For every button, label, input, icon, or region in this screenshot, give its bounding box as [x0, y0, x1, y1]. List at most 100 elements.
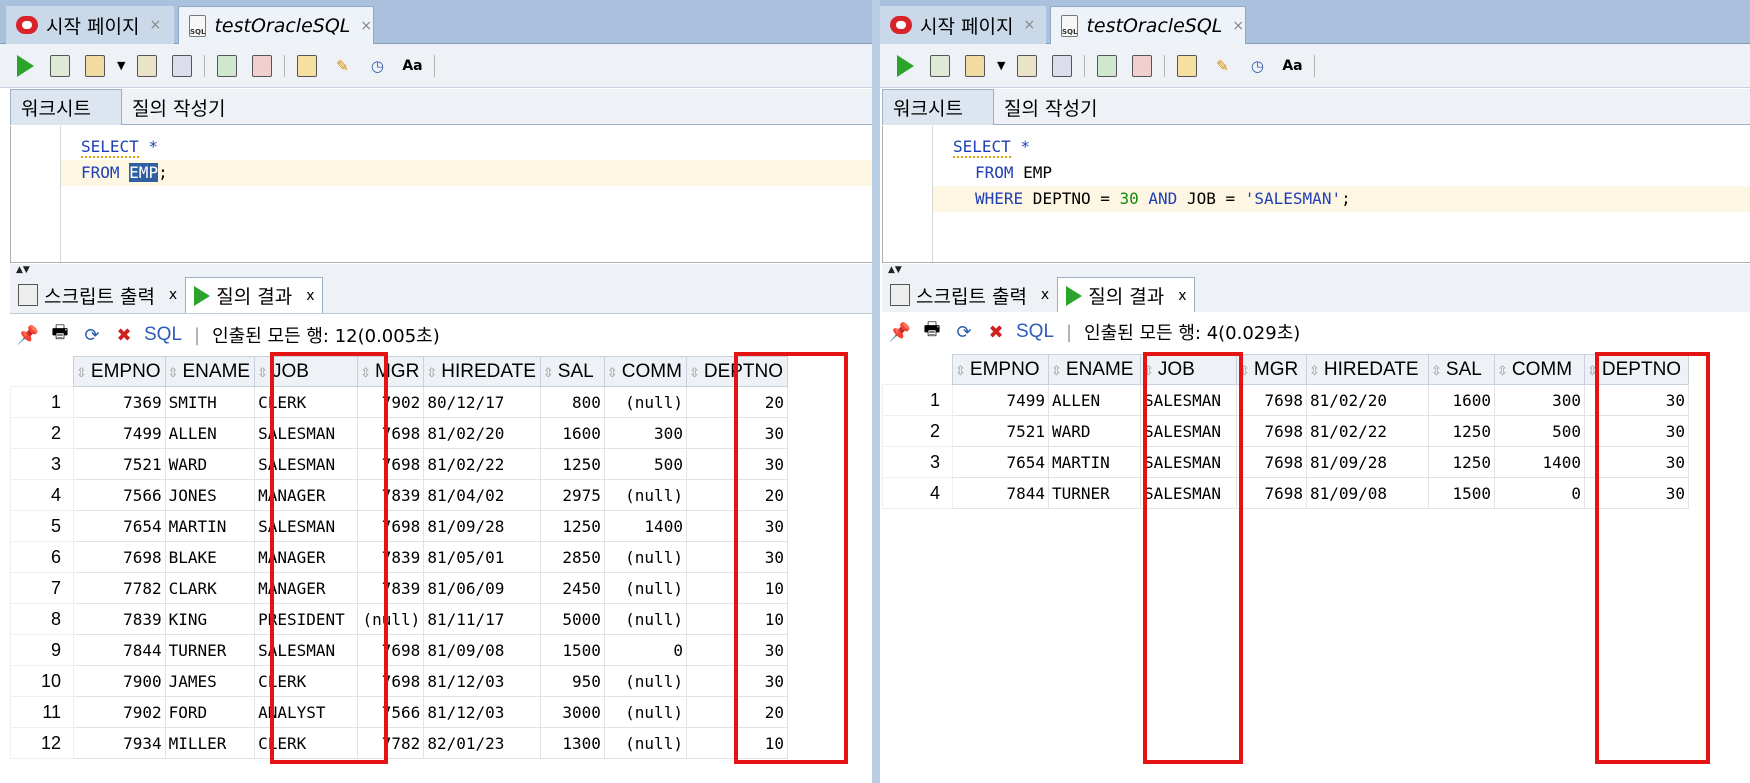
table-row[interactable]: 2 7499 ALLEN SALESMAN 7698 81/02/20 1600 300 30 — [10, 417, 789, 449]
tab-query-result[interactable]: 질의 결과 x — [185, 277, 324, 313]
rollback-icon[interactable] — [134, 53, 160, 79]
cell-mgr[interactable]: 7698 — [1236, 446, 1307, 478]
cell-ename[interactable]: WARD — [164, 448, 256, 480]
sort-icon[interactable]: ⇳ — [1051, 363, 1062, 378]
tab-script-output[interactable]: 스크립트 출력 x — [882, 277, 1057, 313]
cell-empno[interactable]: 7499 — [73, 417, 166, 449]
table-row[interactable]: 7 7782 CLARK MANAGER 7839 81/06/09 2450 (null) 1… — [10, 572, 789, 604]
cell-comm[interactable]: (null) — [603, 603, 687, 635]
tab-start-page[interactable]: 시작 페이지 × — [880, 6, 1046, 44]
sort-icon[interactable]: ⇳ — [76, 365, 87, 380]
cell-empno[interactable]: 7844 — [952, 477, 1049, 509]
autotrace-icon[interactable] — [214, 53, 240, 79]
cell-empno[interactable]: 7934 — [73, 727, 166, 759]
cell-hiredate[interactable]: 81/05/01 — [423, 541, 541, 573]
sql-editor[interactable]: SELECT * FROM EMP; — [10, 126, 872, 263]
history-icon[interactable]: ◷ — [1244, 53, 1270, 79]
format-sql-icon[interactable] — [249, 53, 275, 79]
cell-comm[interactable]: 300 — [1494, 384, 1585, 416]
cell-sal[interactable]: 1600 — [539, 417, 605, 449]
column-header-ename[interactable]: ⇳ ENAME — [1048, 354, 1141, 385]
cell-comm[interactable]: (null) — [603, 479, 687, 511]
cell-sal[interactable]: 3000 — [539, 696, 605, 728]
cell-comm[interactable]: 1400 — [603, 510, 687, 542]
cell-empno[interactable]: 7654 — [73, 510, 166, 542]
column-header-comm[interactable]: ⇳ COMM — [603, 356, 687, 387]
cell-empno[interactable]: 7839 — [73, 603, 166, 635]
cell-hiredate[interactable]: 80/12/17 — [423, 386, 541, 418]
cell-empno[interactable]: 7902 — [73, 696, 166, 728]
cell-sal[interactable]: 2975 — [539, 479, 605, 511]
cell-sal[interactable]: 2450 — [539, 572, 605, 604]
cell-empno[interactable]: 7566 — [73, 479, 166, 511]
column-header-sal[interactable]: ⇳ SAL — [539, 356, 605, 387]
cell-empno[interactable]: 7900 — [73, 665, 166, 697]
cell-sal[interactable]: 1250 — [1428, 415, 1495, 447]
format-sql-icon[interactable] — [1129, 53, 1155, 79]
table-row[interactable]: 3 7654 MARTIN SALESMAN 7698 81/09/28 1250 1400 3… — [882, 446, 1689, 478]
cell-ename[interactable]: MARTIN — [1048, 446, 1141, 478]
cell-sal[interactable]: 1500 — [539, 634, 605, 666]
commit-icon[interactable] — [82, 53, 108, 79]
cell-comm[interactable]: 500 — [603, 448, 687, 480]
cell-hiredate[interactable]: 81/12/03 — [423, 665, 541, 697]
close-icon[interactable]: x — [1041, 287, 1049, 303]
cell-hiredate[interactable]: 81/09/28 — [423, 510, 541, 542]
cell-empno[interactable]: 7844 — [73, 634, 166, 666]
table-row[interactable]: 1 7369 SMITH CLERK 7902 80/12/17 800 (null) 20 — [10, 386, 789, 418]
sql-editor[interactable]: SELECT * FROM EMP WHERE DEPTNO = 30 AND … — [882, 126, 1750, 263]
tab-testOracleSQL[interactable]: SQL testOracleSQL × — [1050, 6, 1246, 44]
cell-hiredate[interactable]: 82/01/23 — [423, 727, 541, 759]
sort-icon[interactable]: ⇳ — [1431, 363, 1442, 378]
cell-ename[interactable]: JONES — [164, 479, 256, 511]
column-header-sal[interactable]: ⇳ SAL — [1428, 354, 1495, 385]
autotrace-icon[interactable] — [1094, 53, 1120, 79]
cell-hiredate[interactable]: 81/09/08 — [423, 634, 541, 666]
table-row[interactable]: 4 7844 TURNER SALESMAN 7698 81/09/08 1500 0 30 — [882, 477, 1689, 509]
close-icon[interactable]: x — [1178, 288, 1186, 304]
cell-comm[interactable]: 1400 — [1494, 446, 1585, 478]
table-row[interactable]: 3 7521 WARD SALESMAN 7698 81/02/22 1250 500 30 — [10, 448, 789, 480]
cell-sal[interactable]: 5000 — [539, 603, 605, 635]
cell-empno[interactable]: 7654 — [952, 446, 1049, 478]
sort-icon[interactable]: ⇳ — [168, 365, 179, 380]
cancel-icon[interactable]: ✖ — [984, 320, 1008, 344]
sql-code[interactable]: SELECT * FROM EMP; — [61, 134, 872, 186]
cell-sal[interactable]: 1600 — [1428, 384, 1495, 416]
cell-comm[interactable]: (null) — [603, 541, 687, 573]
explain-plan-icon[interactable] — [169, 53, 195, 79]
table-row[interactable]: 1 7499 ALLEN SALESMAN 7698 81/02/20 1600 300 30 — [882, 384, 1689, 416]
cell-empno[interactable]: 7521 — [73, 448, 166, 480]
tab-testOracleSQL[interactable]: SQL testOracleSQL × — [178, 6, 374, 44]
sql-link[interactable]: SQL — [144, 324, 182, 346]
sort-icon[interactable]: ⇳ — [543, 365, 554, 380]
cell-sal[interactable]: 1250 — [539, 510, 605, 542]
cell-comm[interactable]: 0 — [1494, 477, 1585, 509]
print-icon[interactable]: 🖶 — [920, 319, 944, 344]
table-row[interactable]: 11 7902 FORD ANALYST 7566 81/12/03 3000 (null) 2… — [10, 696, 789, 728]
table-row[interactable]: 2 7521 WARD SALESMAN 7698 81/02/22 1250 500 30 — [882, 415, 1689, 447]
cell-ename[interactable]: KING — [164, 603, 256, 635]
sort-icon[interactable]: ⇳ — [426, 365, 437, 380]
sort-icon[interactable]: ⇳ — [257, 365, 268, 380]
table-row[interactable]: 12 7934 MILLER CLERK 7782 82/01/23 1300 (null) 1… — [10, 727, 789, 759]
sort-icon[interactable]: ⇳ — [1497, 363, 1508, 378]
splitter-arrows-icon[interactable]: ▲▼ — [10, 264, 872, 276]
rollback-icon[interactable] — [1014, 53, 1040, 79]
tab-script-output[interactable]: 스크립트 출력 x — [10, 277, 185, 313]
close-icon[interactable]: × — [1023, 17, 1035, 33]
sql-code[interactable]: SELECT * FROM EMP WHERE DEPTNO = 30 AND … — [933, 134, 1750, 212]
splitter-arrows-icon[interactable]: ▲▼ — [882, 264, 1750, 276]
cell-ename[interactable]: JAMES — [164, 665, 256, 697]
cell-mgr[interactable]: 7698 — [1236, 477, 1307, 509]
table-row[interactable]: 4 7566 JONES MANAGER 7839 81/04/02 2975 (null) 2… — [10, 479, 789, 511]
column-header-ename[interactable]: ⇳ ENAME — [164, 356, 256, 387]
column-header-comm[interactable]: ⇳ COMM — [1494, 354, 1585, 385]
run-statement-icon[interactable] — [12, 53, 38, 79]
cell-hiredate[interactable]: 81/02/20 — [1306, 384, 1429, 416]
case-toggle-icon[interactable]: Aa — [399, 53, 425, 79]
clear-icon[interactable]: ✎ — [329, 53, 355, 79]
tab-query-result[interactable]: 질의 결과 x — [1057, 277, 1196, 313]
cell-sal[interactable]: 1250 — [539, 448, 605, 480]
cell-hiredate[interactable]: 81/12/03 — [423, 696, 541, 728]
